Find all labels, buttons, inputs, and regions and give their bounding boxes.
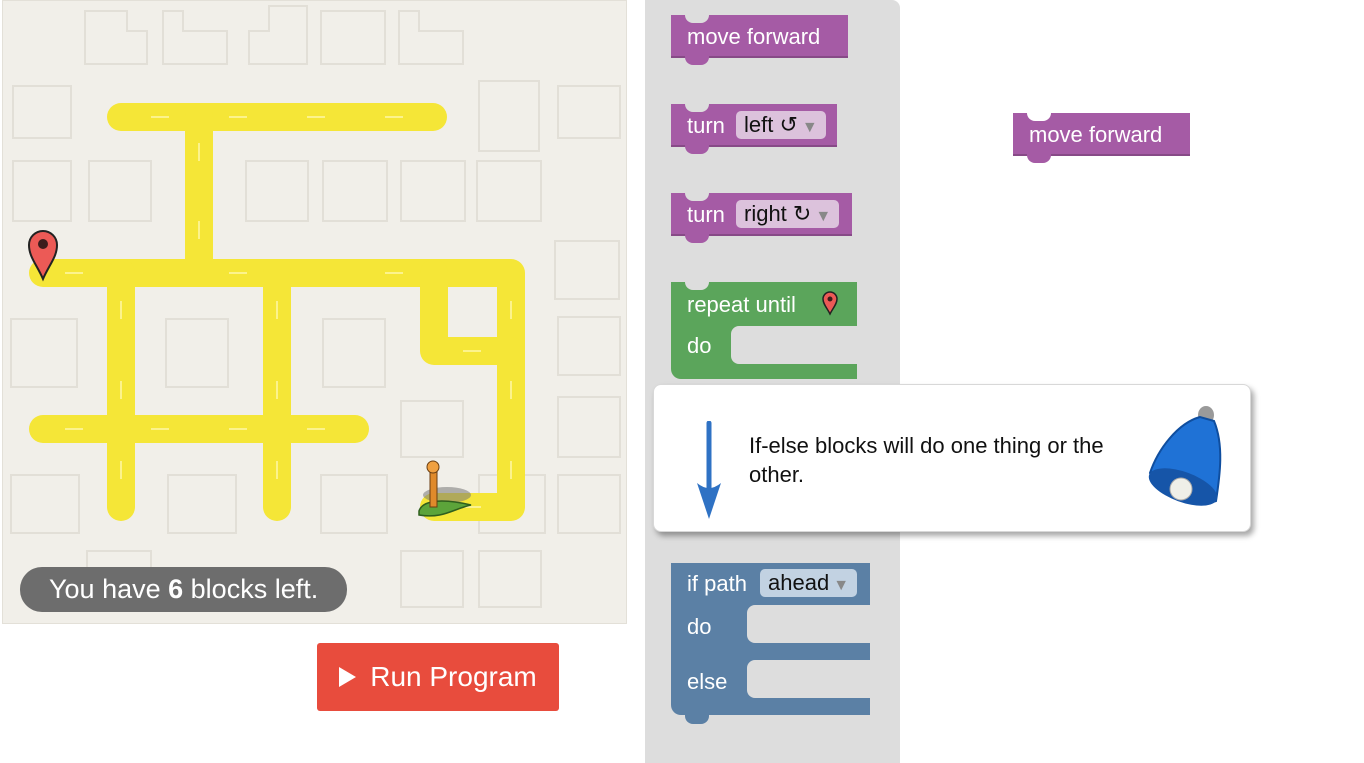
chevron-down-icon: ▼ [801,119,818,136]
chevron-down-icon: ▼ [815,208,832,225]
block-notch [1027,113,1051,121]
toolbox-if-path-else-block[interactable]: if path ahead ▼ do else [671,563,870,724]
run-program-label: Run Program [370,661,537,692]
toolbox-move-forward-block[interactable]: move forward [671,15,848,65]
else-label: else [687,669,728,694]
blocks-left-prefix: You have [49,574,169,604]
block-notch [685,193,709,201]
toolbox-turn-right-block[interactable]: turn right ↻ ▼ [671,193,852,243]
repeat-do-label: do [687,333,712,358]
block-notch [685,282,709,290]
toolbox-turn-left-block[interactable]: turn left ↺ ▼ [671,104,837,154]
blocks-left-counter: You have 6 blocks left. [20,567,348,612]
if-path-label: if path [687,571,747,596]
toolbox-repeat-until-block[interactable]: repeat until do [671,282,857,379]
path-direction-value: ahead [768,570,830,595]
path-direction-dropdown[interactable]: ahead ▼ [760,569,858,597]
bell-icon [1148,406,1222,506]
repeat-do-slot[interactable] [731,326,857,364]
maze-board: You have 6 blocks left. [2,0,627,624]
map-pin-icon [822,291,838,316]
arrow-down-icon [697,421,721,519]
block-notch [685,104,709,112]
if-do-label: do [687,614,712,639]
run-program-button[interactable]: Run Program [317,643,559,711]
turn-direction-dropdown[interactable]: left ↺ ▼ [736,111,826,139]
turn-direction-dropdown[interactable]: right ↻ ▼ [736,200,840,228]
repeat-until-label: repeat until [687,292,796,317]
move-forward-label: move forward [1029,122,1163,147]
turn-left-value: left ↺ [744,112,798,137]
block-tab [1027,154,1051,163]
player-character-icon [418,460,472,517]
turn-label: turn [687,113,725,138]
chevron-down-icon: ▼ [833,577,850,594]
turn-label: turn [687,202,725,227]
background-buildings [10,5,621,608]
turn-right-value: right ↻ [744,201,812,226]
if-do-slot[interactable] [747,605,870,643]
move-forward-label: move forward [687,24,821,49]
block-tab [685,145,709,154]
block-notch [685,15,709,23]
block-tab [685,715,709,724]
play-icon [339,667,357,687]
block-tab [685,234,709,243]
maze-map [10,5,621,608]
workspace-move-forward-block[interactable]: move forward [1013,113,1190,163]
block-tab [685,56,709,65]
blocks-left-count: 6 [168,574,184,604]
blocks-left-suffix: blocks left. [183,574,319,604]
else-slot[interactable] [747,660,870,698]
hint-text: If-else blocks will do one thing or the … [749,433,1104,487]
hint-dialog: If-else blocks will do one thing or the … [653,384,1251,532]
